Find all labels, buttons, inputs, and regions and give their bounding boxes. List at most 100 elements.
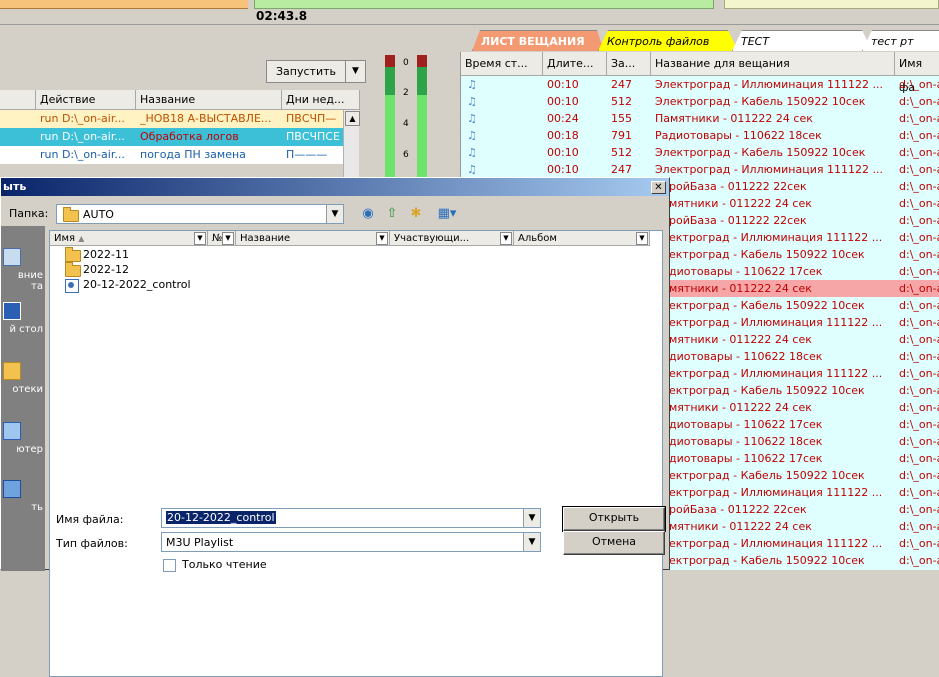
column-header-start-time[interactable]: Время ст... — [461, 52, 543, 76]
filetype-select[interactable]: M3U Playlist ▼ — [161, 532, 541, 552]
column-header-name[interactable]: Имя ▲ ▼ — [50, 231, 208, 246]
row-broadcast-name: мятники - 011222 24 сек — [669, 282, 812, 295]
row-file-name: d:\_on-a — [899, 146, 939, 159]
table-row[interactable]: run D:\_on-air... погода ПН замена П——— — [0, 146, 348, 164]
back-icon[interactable]: ◉ — [358, 205, 378, 223]
broadcast-row[interactable]: ♫ 00:10 512 Электроград - Кабель 150922 10с… — [461, 144, 939, 161]
row-file-name: d:\_on-a — [899, 180, 939, 193]
place-label: й стол — [9, 324, 43, 335]
chevron-down-icon[interactable]: ▼ — [194, 232, 206, 245]
chevron-down-icon[interactable]: ▼ — [636, 232, 648, 245]
row-file-name: d:\_on-a — [899, 367, 939, 380]
column-header-album[interactable]: Альбом ▼ — [514, 231, 650, 246]
row-file-name: d:\_on-a — [899, 282, 939, 295]
filetype-label: Тип файлов: — [56, 537, 128, 550]
music-note-icon: ♫ — [467, 163, 477, 176]
broadcast-row[interactable]: ♫ 00:10 247 Электроград - Иллюминация 11112… — [461, 161, 939, 178]
view-menu-icon[interactable]: ▦▾ — [430, 205, 464, 223]
row-action: run D:\_on-air... — [40, 130, 125, 143]
vu-meter-right-bar — [417, 55, 427, 180]
run-button-label: Запустить — [276, 65, 336, 78]
row-file-name: d:\_on-a — [899, 435, 939, 448]
broadcast-row[interactable]: ♫ 00:10 512 Электроград - Кабель 150922 10с… — [461, 93, 939, 110]
open-file-dialog: ыть ✕ Папка: AUTO ▼ ◉ ⇧ ✱ ▦▾ вние та й с… — [0, 177, 670, 677]
computer-icon — [3, 422, 21, 440]
chevron-down-icon[interactable]: ▼ — [523, 509, 540, 527]
run-button[interactable]: Запустить ▼ — [266, 60, 366, 83]
chevron-down-icon[interactable]: ▼ — [523, 533, 540, 551]
broadcast-row[interactable]: ♫ 00:18 791 Радиотовары - 110622 18сек d:\_o… — [461, 127, 939, 144]
filename-input[interactable]: 20-12-2022_control ▼ — [161, 508, 541, 528]
chevron-down-icon[interactable]: ▼ — [326, 205, 343, 223]
file-item-folder[interactable]: 2022-11 — [64, 247, 129, 262]
scrollbar[interactable]: ▲ — [343, 110, 360, 180]
column-header-days[interactable]: Дни нед... — [282, 90, 360, 110]
row-broadcast-name: ектроград - Кабель 150922 10сек — [669, 469, 865, 482]
row-broadcast-name: ектроград - Кабель 150922 10сек — [669, 554, 865, 567]
vu-meter-left-bar — [385, 55, 395, 180]
row-duration: 00:24 — [547, 112, 579, 125]
column-label: Участвующи... — [394, 233, 470, 244]
filetype-value: M3U Playlist — [166, 536, 234, 549]
new-folder-icon[interactable]: ✱ — [406, 205, 426, 223]
cancel-button[interactable]: Отмена — [563, 531, 665, 555]
up-folder-icon[interactable]: ⇧ — [382, 205, 402, 223]
scroll-up-icon[interactable]: ▲ — [345, 111, 360, 126]
row-name: Обработка логов — [140, 130, 239, 143]
row-broadcast-name: Электроград - Иллюминация 111122 ... — [655, 163, 883, 176]
column-header-broadcast-name[interactable]: Название для вещания — [651, 52, 895, 76]
tab-file-control[interactable]: Контроль файлов — [598, 30, 738, 51]
dialog-title[interactable]: ыть — [1, 178, 669, 196]
column-header-action[interactable]: Действие — [36, 90, 136, 110]
row-action: run D:\_on-air... — [40, 112, 125, 125]
tab-broadcast-sheet[interactable]: ЛИСТ ВЕЩАНИЯ — [472, 30, 604, 51]
folder-label: Папка: — [9, 207, 49, 220]
recent-icon — [3, 248, 21, 266]
file-name: 20-12-2022_control — [83, 278, 191, 291]
column-header-artists[interactable]: Участвующи... ▼ — [390, 231, 514, 246]
place-label: ть — [31, 502, 43, 513]
playlist-file-icon — [65, 279, 79, 293]
row-file-name: d:\_on-a — [899, 265, 939, 278]
column-header-count[interactable]: За... — [607, 52, 651, 76]
chevron-down-icon[interactable]: ▼ — [222, 232, 234, 245]
column-label: Название — [240, 233, 291, 244]
row-broadcast-name: мятники - 011222 24 сек — [669, 197, 812, 210]
column-header[interactable] — [0, 90, 36, 110]
folder-select[interactable]: AUTO ▼ — [56, 204, 344, 224]
folder-icon — [63, 207, 79, 222]
close-icon[interactable]: ✕ — [651, 181, 666, 194]
music-note-icon: ♫ — [467, 146, 477, 159]
row-broadcast-name: ектроград - Кабель 150922 10сек — [669, 248, 865, 261]
column-header-number[interactable]: № ▼ — [208, 231, 236, 246]
column-header-name[interactable]: Название — [136, 90, 282, 110]
open-button[interactable]: Открыть — [562, 506, 666, 532]
file-item-playlist[interactable]: 20-12-2022_control — [64, 278, 191, 293]
table-row[interactable]: run D:\_on-air... Обработка логов ПВСЧПС… — [0, 128, 348, 146]
place-label: вние та — [17, 270, 43, 292]
chevron-down-icon[interactable]: ▼ — [500, 232, 512, 245]
broadcast-row[interactable]: ♫ 00:10 247 Электроград - Иллюминация 11112… — [461, 76, 939, 93]
row-broadcast-name: Памятники - 011222 24 сек — [655, 112, 813, 125]
row-broadcast-name: Электроград - Иллюминация 111122 ... — [655, 78, 883, 91]
row-file-name: d:\_on-a — [899, 197, 939, 210]
row-days: ПВСЧПСЕ — [286, 130, 340, 143]
row-count: 512 — [611, 95, 632, 108]
column-header-duration[interactable]: Длите... — [543, 52, 607, 76]
tab-test[interactable]: ТЕСТ — [732, 30, 872, 51]
column-header-file-name[interactable]: Имя фа — [895, 52, 939, 94]
chevron-down-icon[interactable]: ▼ — [376, 232, 388, 245]
table-row[interactable]: run D:\_on-air... _НОВ18 А-ВЫСТАВЛЕ... П… — [0, 110, 348, 128]
checkbox-box[interactable] — [163, 559, 176, 572]
chevron-down-icon[interactable]: ▼ — [345, 61, 365, 82]
divider — [0, 24, 939, 25]
file-name: 2022-11 — [83, 248, 129, 261]
sort-up-icon: ▲ — [78, 234, 85, 243]
broadcast-row[interactable]: ♫ 00:24 155 Памятники - 011222 24 сек d:\_on… — [461, 110, 939, 127]
tab-test-pm[interactable]: тест рт — [862, 30, 939, 51]
row-file-name: d:\_on-a — [899, 333, 939, 346]
folder-icon — [65, 262, 81, 277]
row-days: П——— — [286, 148, 328, 161]
column-header-title[interactable]: Название ▼ — [236, 231, 390, 246]
file-item-folder[interactable]: 2022-12 — [64, 262, 129, 277]
